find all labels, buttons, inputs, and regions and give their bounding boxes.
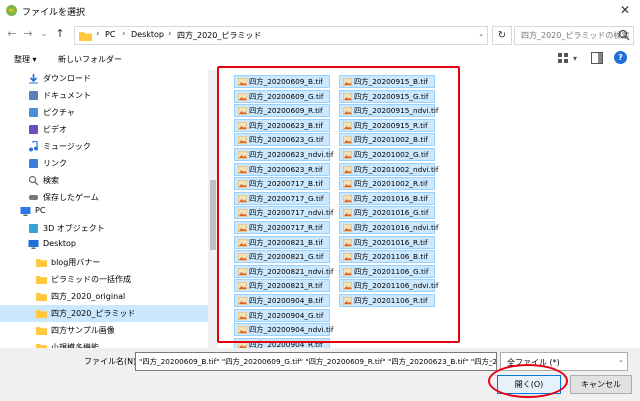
- window-title: ファイルを選択: [22, 8, 86, 18]
- up-arrow-icon[interactable]: ↑: [54, 28, 66, 40]
- annotation-ellipse: [488, 364, 568, 398]
- folder-icon: [79, 32, 92, 41]
- music-icon: [29, 141, 38, 152]
- filename-label: ファイル名(N):: [84, 357, 139, 366]
- sidebar-item-label: 四方_2020_original: [51, 292, 126, 301]
- sidebar-item[interactable]: ビデオ: [0, 121, 208, 138]
- document-icon: [29, 91, 38, 100]
- folder-icon: [36, 310, 47, 318]
- sidebar-item-label: 四方_2020_ピラミッド: [51, 309, 136, 318]
- 3d-objects-icon: [29, 224, 38, 233]
- sidebar-item-label: ダウンロード: [43, 74, 91, 83]
- sidebar-item[interactable]: PC: [0, 203, 208, 220]
- sidebar-item[interactable]: ピクチャ: [0, 104, 208, 121]
- sidebar-item[interactable]: リンク: [0, 155, 208, 172]
- search-input[interactable]: 四方_2020_ピラミッドの検索: [514, 26, 634, 45]
- sidebar-item-label: ピラミッドの一括作成: [51, 275, 131, 284]
- sidebar-item[interactable]: 3D オブジェクト: [0, 220, 208, 237]
- file-type-dropdown-icon[interactable]: ⌄: [618, 356, 624, 364]
- sidebar-item[interactable]: 四方サンプル画像: [0, 322, 208, 339]
- sidebar-item[interactable]: Desktop: [0, 236, 208, 253]
- sidebar-item-label: ミュージック: [43, 142, 91, 151]
- scrollbar-thumb[interactable]: [210, 180, 216, 250]
- breadcrumb-separator-icon: ›: [96, 29, 100, 39]
- sidebar-item-label: 3D オブジェクト: [43, 224, 105, 233]
- search-icon: [618, 29, 630, 41]
- sidebar-item-label: 検索: [43, 176, 59, 185]
- app-icon: [6, 5, 17, 16]
- sidebar-item-label: 保存したゲーム: [43, 193, 99, 202]
- link-icon: [29, 159, 38, 168]
- pc-icon: [20, 207, 31, 216]
- sidebar-item-label: blog用バナー: [51, 258, 101, 267]
- view-dropdown-icon[interactable]: ▾: [573, 54, 577, 63]
- filename-input[interactable]: "四方_20200609_B.tif" "四方_20200609_G.tif" …: [135, 352, 497, 371]
- download-icon: [29, 74, 38, 84]
- sidebar-item-label: 四方サンプル画像: [51, 326, 115, 335]
- recent-locations-chevron-icon[interactable]: ⌄: [38, 28, 50, 40]
- sidebar-item[interactable]: ピラミッドの一括作成: [0, 271, 208, 288]
- organize-menu[interactable]: 整理 ▾: [14, 54, 37, 65]
- title-bar: ファイルを選択 ✕: [0, 0, 640, 22]
- sidebar-item[interactable]: ダウンロード: [0, 70, 208, 87]
- sidebar-item-label: リンク: [43, 159, 67, 168]
- forward-arrow-icon[interactable]: →: [22, 28, 34, 40]
- breadcrumb-desktop[interactable]: Desktop: [131, 30, 164, 39]
- navigation-bar: ← → ⌄ ↑ › PC › Desktop › 四方_2020_ピラミッド ⌄…: [0, 22, 640, 48]
- sidebar-item[interactable]: 検索: [0, 172, 208, 189]
- sidebar-item-label: PC: [35, 206, 46, 215]
- help-icon[interactable]: ?: [614, 51, 627, 64]
- video-icon: [29, 125, 38, 134]
- search-placeholder: 四方_2020_ピラミッドの検索: [521, 31, 630, 40]
- search-icon: [29, 176, 39, 186]
- address-bar[interactable]: › PC › Desktop › 四方_2020_ピラミッド ⌄: [74, 26, 488, 45]
- sidebar-item[interactable]: 四方_2020_original: [0, 288, 208, 305]
- annotation-rectangle: [217, 66, 460, 343]
- folder-icon: [36, 327, 47, 335]
- breadcrumb-separator-icon: ›: [122, 29, 126, 39]
- refresh-button[interactable]: ↻: [492, 26, 512, 45]
- sidebar-item-label: ピクチャ: [43, 108, 75, 117]
- new-folder-button[interactable]: 新しいフォルダー: [58, 54, 122, 65]
- navigation-pane: ダウンロード ドキュメント ピクチャビデオミュージック リンク検索保存したゲーム PC 3…: [0, 70, 210, 348]
- sidebar-item-label: Desktop: [43, 239, 76, 248]
- preview-pane-icon[interactable]: [591, 52, 603, 64]
- cancel-button[interactable]: キャンセル: [570, 375, 632, 394]
- filename-value: "四方_20200609_B.tif" "四方_20200609_G.tif" …: [139, 357, 497, 366]
- view-options-icon[interactable]: [557, 52, 569, 64]
- sidebar-item-label: ビデオ: [43, 125, 67, 134]
- folder-icon: [36, 259, 47, 267]
- breadcrumb-pc[interactable]: PC: [105, 30, 115, 39]
- close-icon[interactable]: ✕: [618, 3, 632, 17]
- games-icon: [29, 195, 38, 200]
- folder-icon: [36, 276, 47, 284]
- pictures-icon: [29, 108, 38, 117]
- back-arrow-icon[interactable]: ←: [6, 28, 18, 40]
- address-dropdown-icon[interactable]: ⌄: [478, 30, 484, 38]
- sidebar-item[interactable]: blog用バナー: [0, 254, 208, 271]
- sidebar-item-label: ドキュメント: [43, 91, 91, 100]
- desktop-icon: [28, 240, 39, 249]
- folder-icon: [36, 293, 47, 301]
- sidebar-item[interactable]: ドキュメント: [0, 87, 208, 104]
- breadcrumb-current-folder[interactable]: 四方_2020_ピラミッド: [177, 30, 261, 41]
- sidebar-item[interactable]: 小規模多機能: [0, 339, 208, 348]
- breadcrumb-separator-icon: ›: [168, 29, 172, 39]
- filename-dropdown-icon[interactable]: ⌄: [488, 356, 494, 364]
- sidebar-item[interactable]: 四方_2020_ピラミッド: [0, 305, 208, 322]
- sidebar-item[interactable]: ミュージック: [0, 138, 208, 155]
